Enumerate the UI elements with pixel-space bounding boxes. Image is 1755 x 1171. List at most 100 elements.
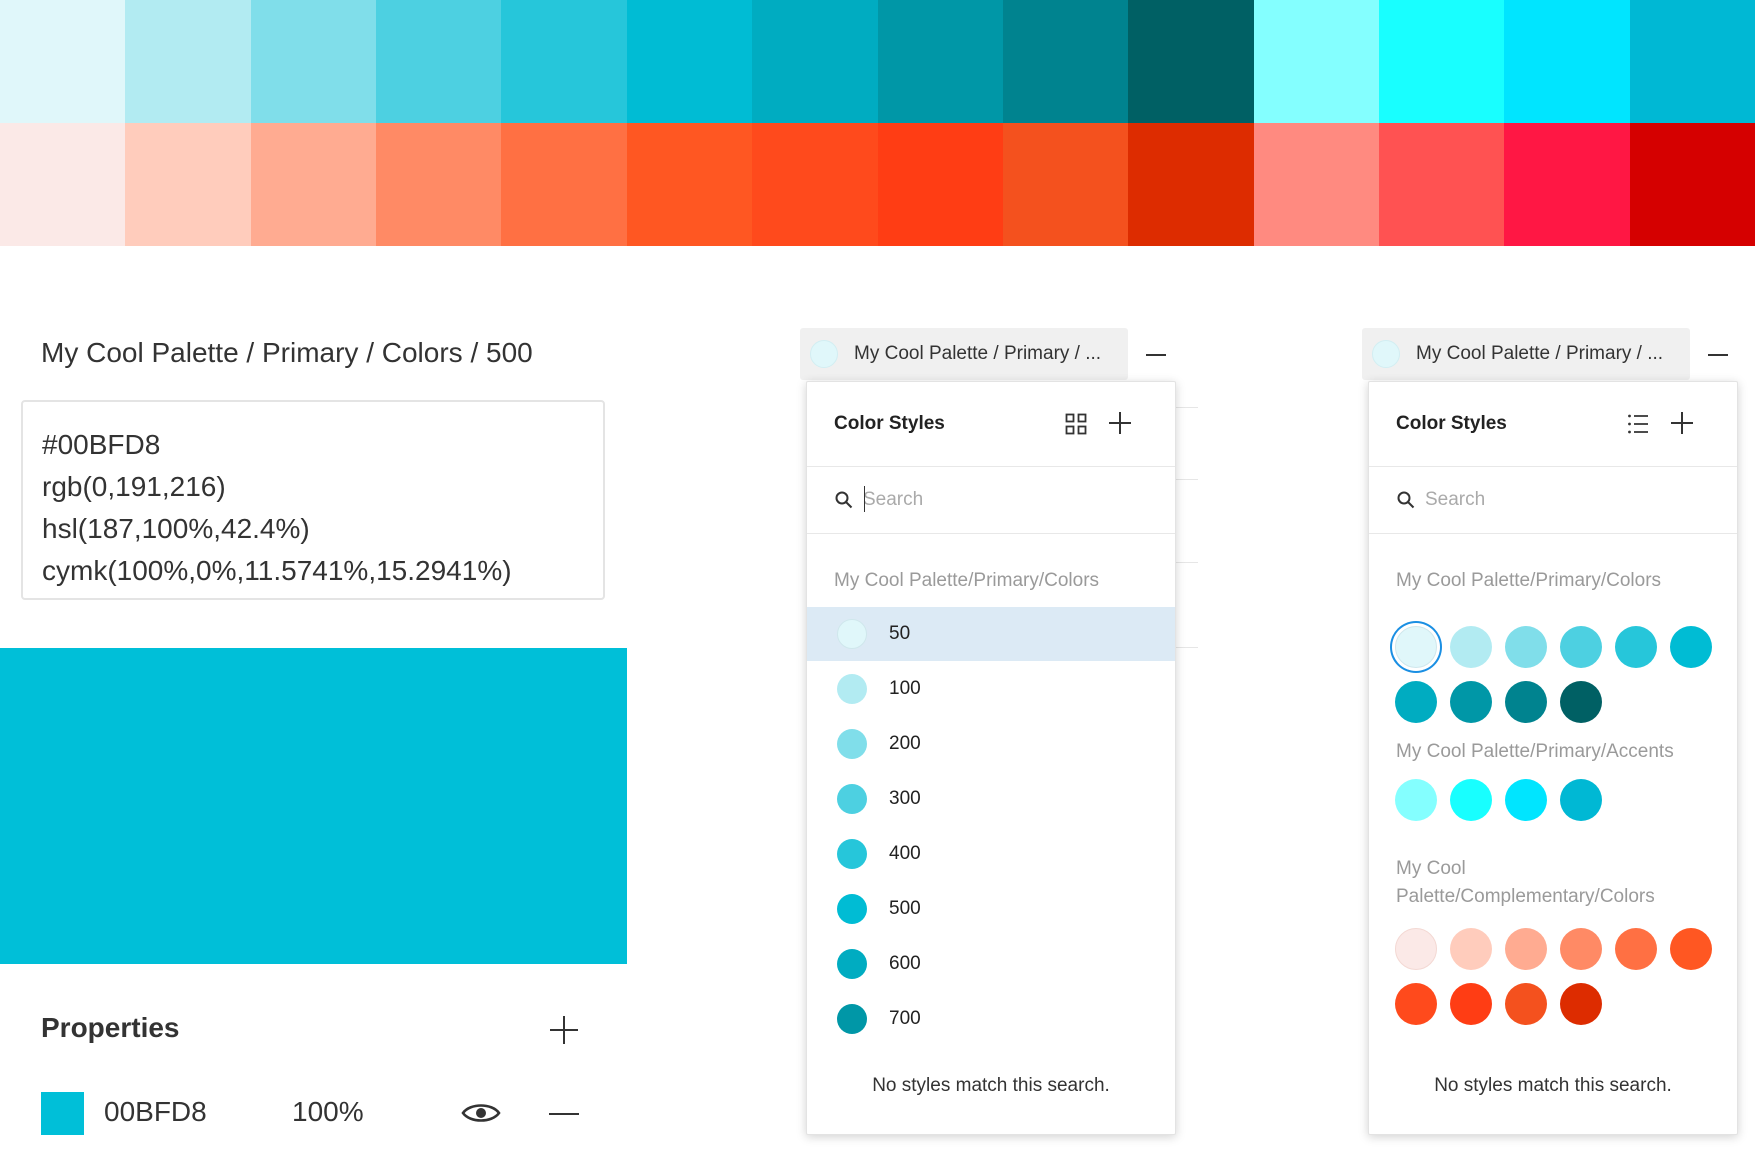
color-style-dot[interactable] <box>1505 681 1547 723</box>
color-style-dot[interactable] <box>1560 626 1602 668</box>
group-label: My Cool Palette/Complementary/Colors <box>1396 858 1655 907</box>
style-selector[interactable]: My Cool Palette / Primary / ... <box>800 328 1128 380</box>
color-swatch-dot <box>837 1004 867 1034</box>
search-input[interactable] <box>1425 485 1695 515</box>
color-style-item[interactable]: 400 <box>807 827 1175 881</box>
color-style-item[interactable]: 100 <box>807 662 1175 716</box>
complementary-swatch <box>1253 123 1379 246</box>
color-style-dot[interactable] <box>1450 928 1492 970</box>
color-style-dot[interactable] <box>1395 681 1437 723</box>
color-swatch-dot <box>837 674 867 704</box>
grid-view-icon[interactable] <box>1065 413 1087 435</box>
primary-swatch <box>877 0 1003 123</box>
add-style-button[interactable] <box>1107 410 1133 436</box>
style-selector-swatch <box>810 340 838 368</box>
primary-swatch <box>626 0 753 123</box>
color-style-dot[interactable] <box>1450 626 1492 668</box>
complementary-swatch <box>1504 123 1630 246</box>
add-property-button[interactable] <box>546 1012 582 1048</box>
complementary-swatch <box>250 123 377 246</box>
color-style-dot[interactable] <box>1505 928 1547 970</box>
rgb-value: rgb(0,191,216) <box>42 471 226 502</box>
color-style-dot[interactable] <box>1560 779 1602 821</box>
complementary-swatch <box>125 123 251 246</box>
color-style-dot[interactable] <box>1670 928 1712 970</box>
search-row <box>807 466 1175 534</box>
color-style-dot[interactable] <box>1395 983 1437 1025</box>
color-swatch-dot <box>837 894 867 924</box>
color-style-name: 100 <box>889 678 921 699</box>
color-style-name: 200 <box>889 733 921 754</box>
complementary-swatch <box>1629 123 1755 246</box>
fill-hex-value[interactable]: 00BFD8 <box>104 1096 207 1128</box>
complementary-swatch <box>1378 123 1505 246</box>
color-style-dot[interactable] <box>1395 928 1437 970</box>
search-row <box>1369 466 1737 534</box>
fill-color-swatch[interactable] <box>41 1092 84 1135</box>
add-style-button[interactable] <box>1669 410 1695 436</box>
color-style-item[interactable]: 200 <box>807 717 1175 771</box>
color-style-item[interactable]: 500 <box>807 882 1175 936</box>
remove-fill-button[interactable] <box>549 1104 579 1124</box>
color-style-item[interactable]: 50 <box>807 607 1175 661</box>
complementary-swatch <box>0 123 126 246</box>
color-style-dot[interactable] <box>1395 779 1437 821</box>
search-icon <box>1397 491 1415 509</box>
eye-icon[interactable] <box>461 1100 501 1126</box>
color-style-item[interactable]: 600 <box>807 937 1175 991</box>
color-styles-list-panel: Color Styles My Cool Palette/Primary/Col… <box>806 381 1176 1135</box>
properties-title: Properties <box>41 1012 180 1043</box>
color-values-box[interactable]: #00BFD8 rgb(0,191,216) hsl(187,100%,42.4… <box>21 400 605 600</box>
panel-title: Color Styles <box>1396 413 1507 434</box>
color-style-dot[interactable] <box>1505 779 1547 821</box>
detach-style-button[interactable] <box>1146 345 1166 365</box>
color-style-item[interactable]: 300 <box>807 772 1175 826</box>
complementary-swatch <box>1002 123 1129 246</box>
color-swatch-dot <box>837 619 867 649</box>
style-name: My Cool Palette / Primary / Colors / 500 <box>41 337 533 368</box>
primary-swatch <box>1253 0 1379 123</box>
primary-swatch <box>501 0 627 123</box>
color-style-name: 50 <box>889 623 911 644</box>
complementary-swatch <box>501 123 627 246</box>
color-style-dot[interactable] <box>1395 626 1437 668</box>
complementary-swatch <box>877 123 1003 246</box>
color-style-dot[interactable] <box>1450 779 1492 821</box>
search-input[interactable] <box>863 485 1133 515</box>
color-style-dot[interactable] <box>1450 983 1492 1025</box>
style-selector-swatch <box>1372 340 1400 368</box>
color-style-dot[interactable] <box>1615 626 1657 668</box>
color-style-name: 600 <box>889 953 921 974</box>
color-style-dot[interactable] <box>1450 681 1492 723</box>
panel-header: Color Styles <box>1369 382 1737 467</box>
primary-swatch <box>1378 0 1505 123</box>
cmyk-value: cymk(100%,0%,11.5741%,15.2941%) <box>42 555 512 586</box>
list-view-icon[interactable] <box>1627 413 1649 435</box>
color-style-dot[interactable] <box>1560 681 1602 723</box>
panel-title: Color Styles <box>834 413 945 434</box>
primary-swatch-row <box>0 0 1755 123</box>
color-swatch-dot <box>837 729 867 759</box>
color-style-dot[interactable] <box>1560 928 1602 970</box>
color-style-name: 500 <box>889 898 921 919</box>
complementary-swatch <box>752 123 878 246</box>
group-label: My Cool Palette/Primary/Accents <box>1396 741 1674 762</box>
color-style-dot[interactable] <box>1615 928 1657 970</box>
color-style-dot[interactable] <box>1670 626 1712 668</box>
empty-message: No styles match this search. <box>872 1075 1110 1096</box>
color-swatch-dot <box>837 839 867 869</box>
complementary-swatch <box>626 123 753 246</box>
color-style-dot[interactable] <box>1505 626 1547 668</box>
detach-style-button[interactable] <box>1708 345 1728 365</box>
fill-opacity-value[interactable]: 100% <box>292 1096 364 1128</box>
color-swatch-dot <box>837 784 867 814</box>
color-style-dot[interactable] <box>1505 983 1547 1025</box>
color-style-name: 700 <box>889 1008 921 1029</box>
color-style-item[interactable]: 700 <box>807 992 1175 1046</box>
complementary-swatch <box>1128 123 1254 246</box>
style-selector[interactable]: My Cool Palette / Primary / ... <box>1362 328 1690 380</box>
primary-swatch <box>0 0 126 123</box>
panel-header: Color Styles <box>807 382 1175 467</box>
color-style-dot[interactable] <box>1560 983 1602 1025</box>
primary-swatch <box>1002 0 1129 123</box>
